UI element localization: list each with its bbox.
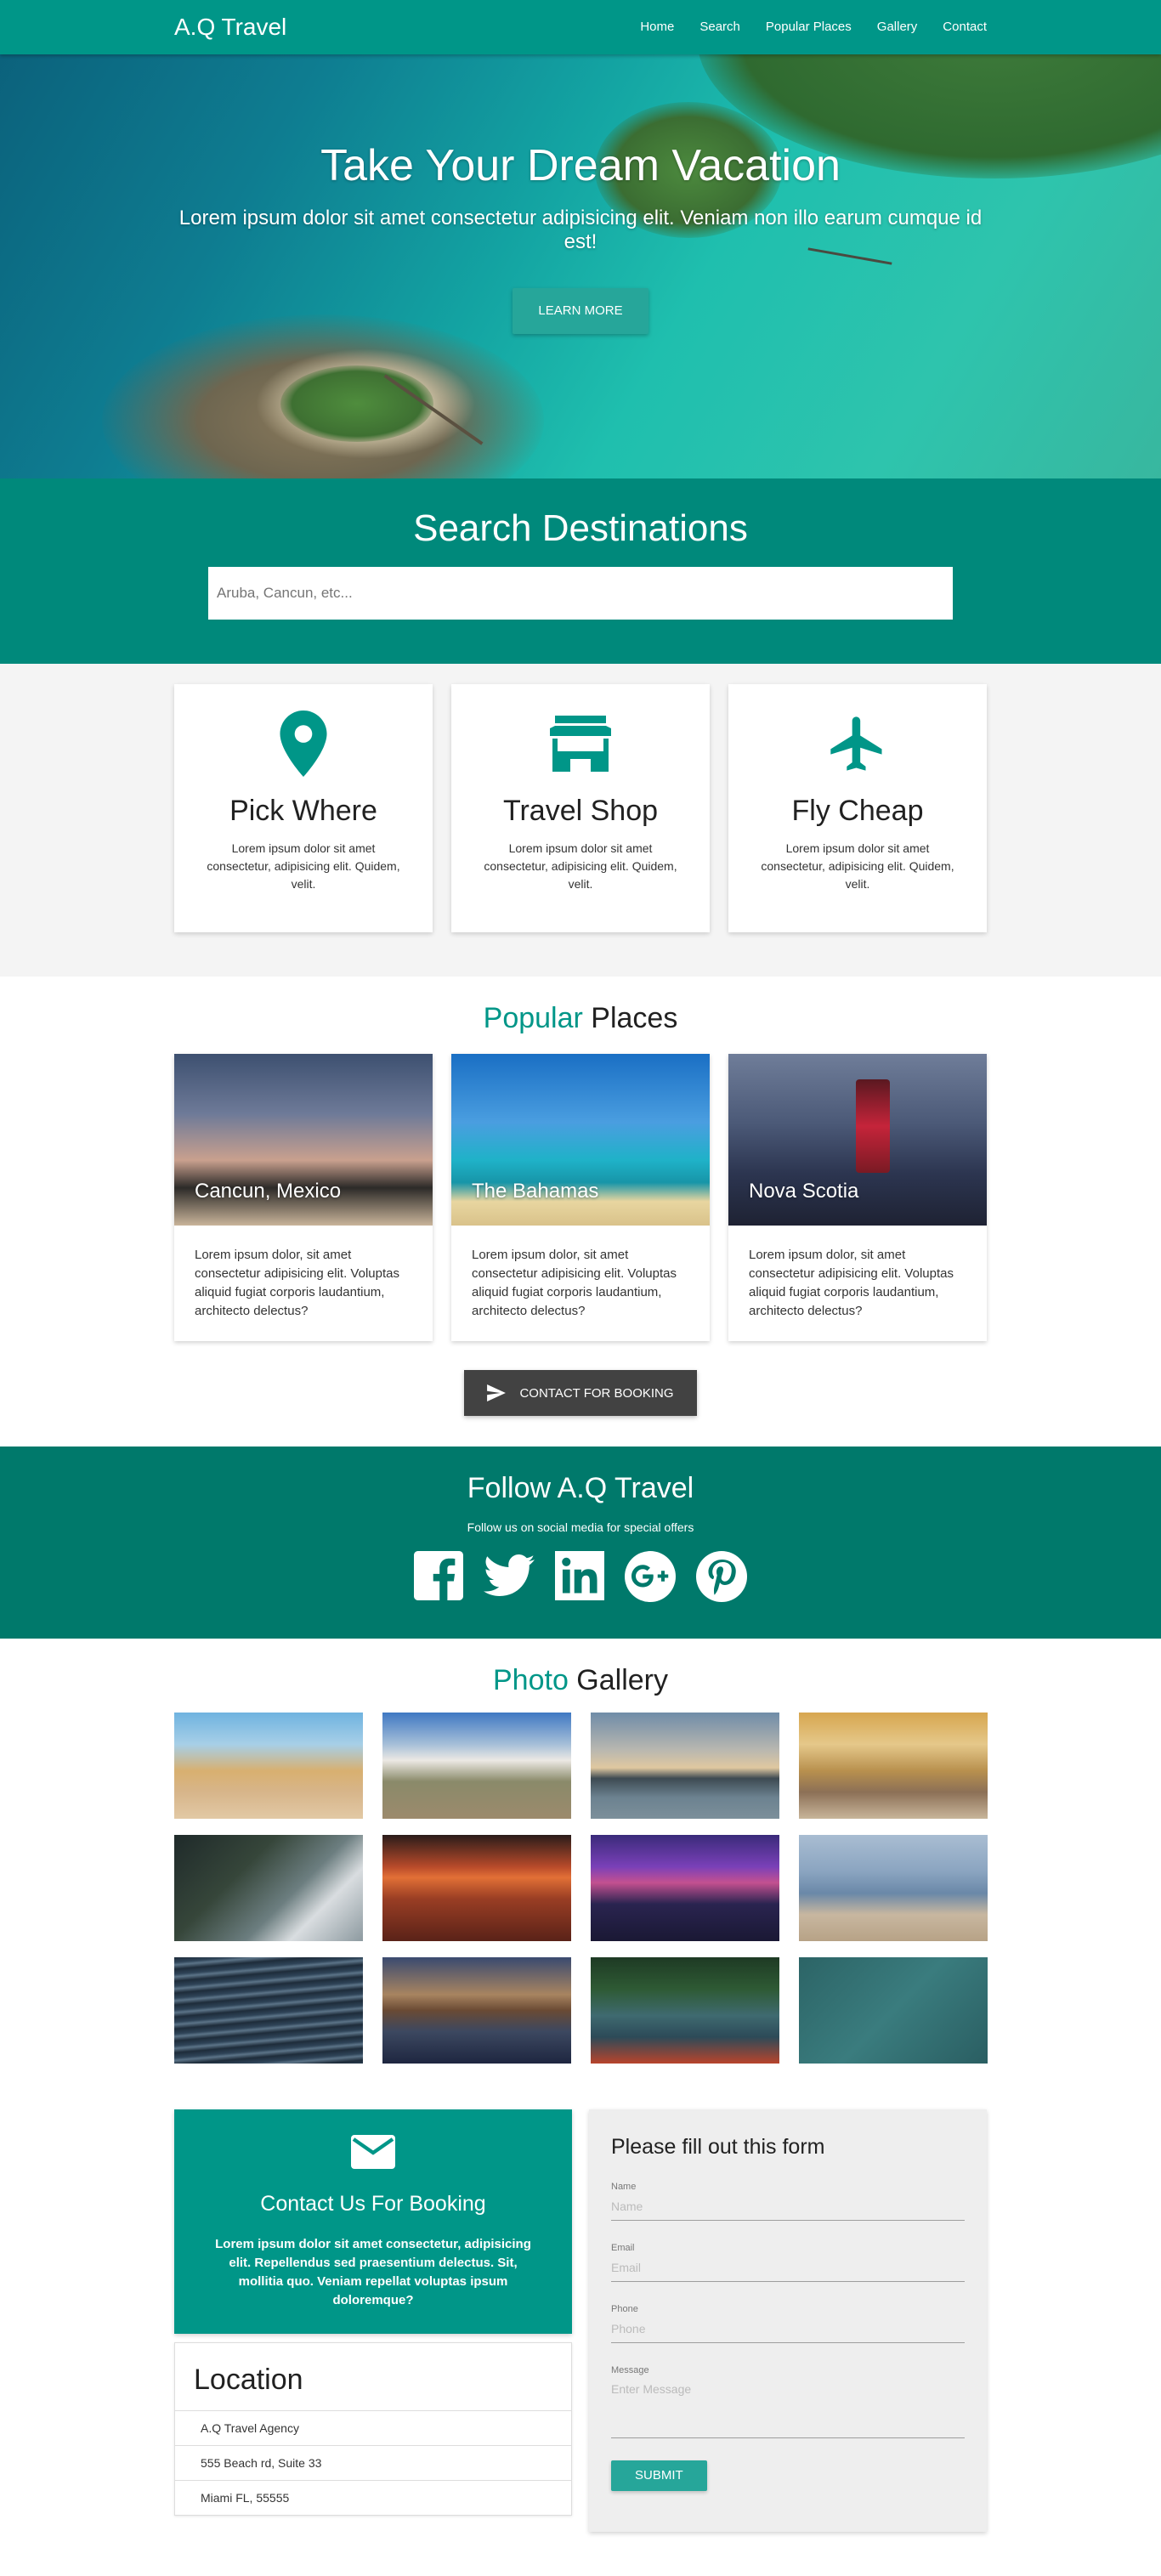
message-label: Message — [611, 2365, 649, 2375]
gallery-photo[interactable] — [174, 1957, 363, 2064]
gallery-section: Photo Gallery — [0, 1639, 1161, 2089]
booking-form: Please fill out this form Name Name Emai… — [589, 2109, 987, 2532]
social-links — [0, 1551, 1161, 1602]
send-icon — [487, 1384, 507, 1401]
follow-title: Follow A.Q Travel — [467, 1472, 694, 1504]
place-image: The Bahamas — [451, 1054, 710, 1226]
place-card[interactable]: Nova Scotia Lorem ipsum dolor, sit amet … — [728, 1054, 987, 1341]
gallery-grid — [174, 1713, 988, 2064]
envelope-icon — [351, 2135, 395, 2169]
gallery-photo[interactable] — [799, 1835, 988, 1941]
navbar: A.Q Travel Home Search Popular Places Ga… — [0, 0, 1161, 54]
location-title: Location — [175, 2343, 571, 2411]
gallery-photo[interactable] — [799, 1957, 988, 2064]
airplane-icon — [728, 710, 987, 778]
message-field[interactable]: Enter Message — [611, 2375, 965, 2438]
place-name: Nova Scotia — [749, 1180, 859, 1203]
location-line: A.Q Travel Agency — [175, 2411, 571, 2446]
linkedin-icon[interactable] — [555, 1551, 604, 1602]
gallery-photo[interactable] — [591, 1957, 779, 2064]
google-plus-icon[interactable] — [625, 1551, 676, 1602]
phone-field[interactable]: Phone — [611, 2314, 965, 2343]
twitter-icon[interactable] — [484, 1551, 535, 1602]
feature-title: Pick Where — [229, 795, 377, 827]
brand-logo[interactable]: A.Q Travel — [174, 14, 286, 41]
feature-text: Lorem ipsum dolor sit amet consectetur, … — [484, 841, 677, 891]
search-field — [208, 567, 953, 620]
title-accent: Photo — [493, 1664, 569, 1696]
place-card[interactable]: Cancun, Mexico Lorem ipsum dolor, sit am… — [174, 1054, 433, 1341]
gallery-photo[interactable] — [799, 1713, 988, 1819]
contact-title: Contact Us For Booking — [260, 2192, 486, 2216]
contact-text: Lorem ipsum dolor sit amet consectetur, … — [215, 2237, 531, 2307]
email-label: Email — [611, 2243, 635, 2253]
feature-title: Fly Cheap — [791, 795, 924, 827]
title-accent: Popular — [483, 1002, 583, 1034]
feature-title: Travel Shop — [502, 795, 659, 827]
place-text: Lorem ipsum dolor, sit amet consectetur … — [749, 1248, 954, 1318]
gallery-photo[interactable] — [174, 1835, 363, 1941]
section-title: Photo Gallery — [174, 1664, 987, 1697]
place-name: The Bahamas — [472, 1180, 599, 1203]
follow-section: Follow A.Q Travel Follow us on social me… — [0, 1447, 1161, 1639]
contact-for-booking-label: CONTACT FOR BOOKING — [519, 1385, 674, 1401]
follow-subtitle: Follow us on social media for special of… — [467, 1520, 694, 1534]
feature-card: Pick Where Lorem ipsum dolor sit amet co… — [174, 684, 433, 932]
feature-text: Lorem ipsum dolor sit amet consectetur, … — [761, 841, 954, 891]
nav-links: Home Search Popular Places Gallery Conta… — [614, 20, 987, 35]
search-input[interactable] — [217, 585, 944, 602]
search-title: Search Destinations — [413, 507, 748, 549]
feature-text: Lorem ipsum dolor sit amet consectetur, … — [207, 841, 400, 891]
contact-for-booking-button[interactable]: CONTACT FOR BOOKING — [464, 1370, 697, 1416]
location-line: 555 Beach rd, Suite 33 — [175, 2446, 571, 2481]
map-marker-icon — [174, 710, 433, 778]
section-title: Popular Places — [174, 1002, 987, 1035]
nav-link-contact[interactable]: Contact — [943, 20, 987, 34]
place-name: Cancun, Mexico — [195, 1180, 342, 1203]
nav-link-gallery[interactable]: Gallery — [877, 20, 918, 34]
learn-more-button[interactable]: LEARN MORE — [513, 288, 648, 334]
place-text: Lorem ipsum dolor, sit amet consectetur … — [472, 1248, 677, 1318]
gallery-photo[interactable] — [591, 1835, 779, 1941]
pinterest-icon[interactable] — [696, 1551, 747, 1602]
place-image: Nova Scotia — [728, 1054, 987, 1226]
hero-section: Take Your Dream Vacation Lorem ipsum dol… — [0, 0, 1161, 478]
gallery-photo[interactable] — [174, 1713, 363, 1819]
hero-title: Take Your Dream Vacation — [320, 141, 841, 190]
location-line: Miami FL, 55555 — [201, 2491, 290, 2505]
feature-card: Fly Cheap Lorem ipsum dolor sit amet con… — [728, 684, 987, 932]
hero-subtitle: Lorem ipsum dolor sit amet consectetur a… — [178, 207, 983, 253]
title-rest: Gallery — [568, 1664, 668, 1696]
email-field[interactable]: Email — [611, 2253, 965, 2282]
features-section: Pick Where Lorem ipsum dolor sit amet co… — [0, 664, 1161, 977]
place-card[interactable]: The Bahamas Lorem ipsum dolor, sit amet … — [451, 1054, 710, 1341]
name-field[interactable]: Name — [611, 2192, 965, 2221]
nav-link-home[interactable]: Home — [640, 20, 674, 34]
title-rest: Places — [582, 1002, 678, 1034]
store-icon — [451, 710, 710, 778]
name-label: Name — [611, 2182, 637, 2192]
nav-link-popular-places[interactable]: Popular Places — [766, 20, 852, 34]
feature-card: Travel Shop Lorem ipsum dolor sit amet c… — [451, 684, 710, 932]
place-image: Cancun, Mexico — [174, 1054, 433, 1226]
gallery-photo[interactable] — [382, 1835, 571, 1941]
search-section: Search Destinations — [0, 478, 1161, 664]
contact-section: Contact Us For Booking Lorem ipsum dolor… — [0, 2089, 1161, 2576]
gallery-photo[interactable] — [382, 1713, 571, 1819]
nav-link-search[interactable]: Search — [699, 20, 740, 34]
location-card: Location A.Q Travel Agency 555 Beach rd,… — [174, 2342, 572, 2516]
popular-places-section: Popular Places Cancun, Mexico Lorem ipsu… — [0, 977, 1161, 1447]
gallery-photo[interactable] — [382, 1957, 571, 2064]
form-title: Please fill out this form — [611, 2135, 825, 2159]
gallery-photo[interactable] — [591, 1713, 779, 1819]
submit-button[interactable]: SUBMIT — [611, 2460, 707, 2491]
facebook-icon[interactable] — [414, 1551, 463, 1602]
contact-card: Contact Us For Booking Lorem ipsum dolor… — [174, 2109, 572, 2334]
phone-label: Phone — [611, 2304, 638, 2314]
place-text: Lorem ipsum dolor, sit amet consectetur … — [195, 1248, 399, 1318]
